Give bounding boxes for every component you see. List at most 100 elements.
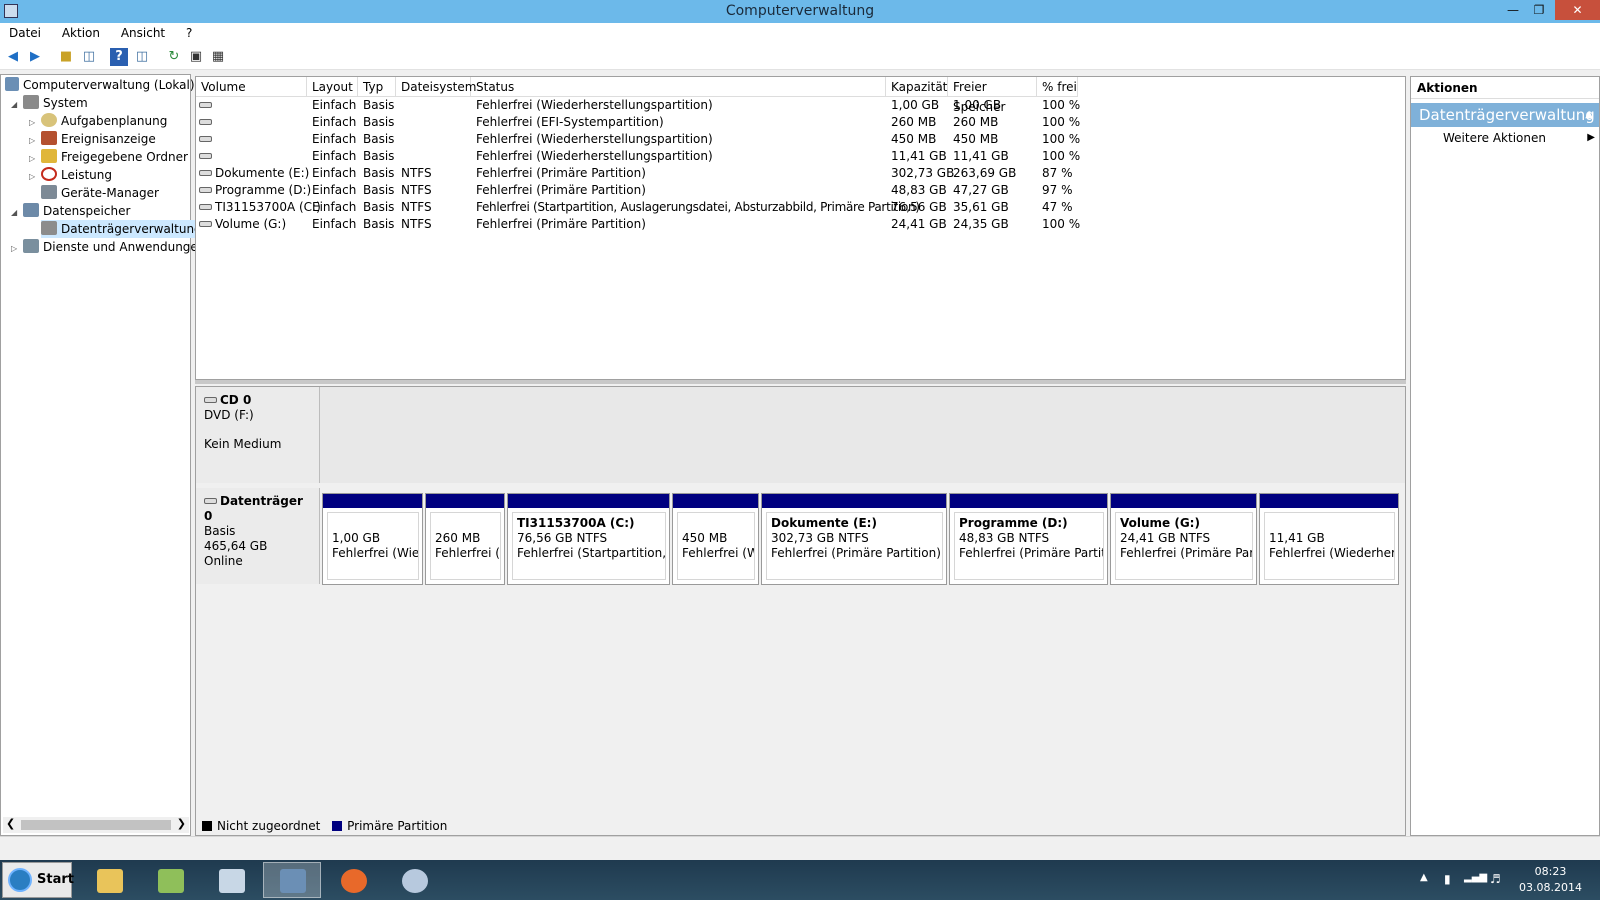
volume-typ: Basis	[363, 183, 395, 197]
collapse-arrow-icon[interactable]: ◢	[11, 204, 23, 222]
drive-icon	[199, 136, 212, 142]
partition-block[interactable]: Dokumente (E:) 302,73 GB NTFS Fehlerfrei (…	[761, 493, 947, 585]
more-actions-item[interactable]: Weitere Aktionen ▶	[1411, 127, 1599, 149]
partition-bar	[426, 494, 504, 508]
disk-label[interactable]: Datenträger 0 Basis 465,64 GB Online	[196, 488, 320, 584]
collapse-arrow-icon[interactable]: ◢	[11, 96, 23, 114]
column-header-kapazitaet[interactable]: Kapazität	[886, 77, 948, 97]
cd-label[interactable]: CD 0 DVD (F:) Kein Medium	[196, 387, 320, 483]
drive-icon	[199, 153, 212, 159]
taskbar-computer-management[interactable]	[263, 862, 321, 898]
tree-item-dienste[interactable]: ▷ Dienste und Anwendungen	[11, 238, 205, 256]
battery-icon[interactable]: ▮	[1444, 872, 1451, 886]
volume-capacity: 76,56 GB	[891, 200, 947, 214]
volume-row[interactable]: TI31153700A (C:) Einfach Basis NTFS Fehl…	[196, 199, 1296, 216]
refresh-icon[interactable]: ↻	[165, 48, 183, 66]
back-arrow-icon[interactable]: ◀	[4, 48, 22, 66]
menu-aktion[interactable]: Aktion	[53, 23, 108, 40]
volume-icon[interactable]: ♬	[1490, 872, 1501, 886]
minimize-button[interactable]: —	[1500, 0, 1526, 20]
taskbar-paint[interactable]	[385, 862, 443, 898]
tree-root[interactable]: Computerverwaltung (Lokal)	[5, 76, 195, 94]
tree-item-freigegebene-ordner[interactable]: ▷ Freigegebene Ordner	[29, 148, 188, 166]
volume-status: Fehlerfrei (Primäre Partition)	[476, 183, 646, 197]
partition-block[interactable]: Volume (G:) 24,41 GB NTFS Fehlerfrei (Prim…	[1110, 493, 1257, 585]
column-header-freier-speicher[interactable]: Freier Speicher	[948, 77, 1037, 114]
taskbar-explorer[interactable]	[80, 862, 138, 898]
tree-item-geraete-manager[interactable]: Geräte-Manager	[41, 184, 159, 202]
partition-size: 1,00 GB	[332, 531, 381, 545]
volume-row[interactable]: Einfach Basis Fehlerfrei (Wiederherstell…	[196, 148, 1296, 165]
volume-layout: Einfach	[312, 166, 357, 180]
tray-overflow-icon[interactable]: ▲	[1420, 872, 1428, 883]
taskbar-firefox[interactable]	[324, 862, 382, 898]
column-header-status[interactable]: Status	[471, 77, 886, 97]
tree-horizontal-scrollbar[interactable]: ❮ ❯	[3, 817, 189, 833]
volume-row[interactable]: Volume (G:) Einfach Basis NTFS Fehlerfre…	[196, 216, 1296, 233]
tree-item-leistung[interactable]: ▷ Leistung	[29, 166, 112, 184]
actions-section-datentraegerverwaltung[interactable]: Datenträgerverwaltung ▲	[1411, 103, 1599, 127]
tree-item-ereignisanzeige[interactable]: ▷ Ereignisanzeige	[29, 130, 156, 148]
volume-row[interactable]: Einfach Basis Fehlerfrei (EFI-Systempart…	[196, 114, 1296, 131]
partition-block[interactable]: 260 MBFehlerfrei (EFI-Systempartition)	[425, 493, 505, 585]
scroll-left-icon[interactable]: ❮	[6, 817, 15, 830]
start-button[interactable]: Start	[2, 862, 74, 898]
partition-block[interactable]: 11,41 GBFehlerfrei (Wiederherstellungspa…	[1259, 493, 1399, 585]
partition-block[interactable]: 1,00 GBFehlerfrei (Wiederherstellungspar…	[322, 493, 423, 585]
partition-title	[435, 516, 496, 531]
partition-bar	[1111, 494, 1256, 508]
action-pane-icon[interactable]: ◫	[133, 48, 151, 66]
column-header-dateisystem[interactable]: Dateisystem	[396, 77, 476, 97]
expand-arrow-icon[interactable]: ▷	[11, 240, 23, 258]
close-button[interactable]: ✕	[1555, 0, 1600, 20]
partition-title: Dokumente (E:)	[771, 516, 877, 530]
volume-row[interactable]: Programme (D:) Einfach Basis NTFS Fehler…	[196, 182, 1296, 199]
computer-management-icon	[280, 869, 306, 893]
clock[interactable]: 08:23 03.08.2014	[1519, 864, 1582, 896]
legend-swatch-primary	[332, 821, 343, 831]
partition-block[interactable]: 450 MBFehlerfrei (Wiederherstellungspart…	[672, 493, 759, 585]
collapse-triangle-icon[interactable]: ▲	[1585, 103, 1593, 127]
tree-item-aufgabenplanung[interactable]: ▷ Aufgabenplanung	[29, 112, 167, 130]
column-header-pct-frei[interactable]: % frei	[1037, 77, 1078, 97]
title-bar: Computerverwaltung — ❐ ✕	[0, 0, 1600, 23]
volume-name: Programme (D:)	[199, 182, 311, 199]
menu-ansicht[interactable]: Ansicht	[112, 23, 173, 40]
volume-layout: Einfach	[312, 115, 357, 129]
properties-icon[interactable]: ▣	[187, 48, 205, 66]
tree-item-datenspeicher[interactable]: ◢ Datenspeicher	[11, 202, 130, 220]
tree-item-datentraegerverwaltung[interactable]: Datenträgerverwaltung	[41, 220, 206, 238]
network-signal-icon[interactable]: ▂▄▆	[1464, 872, 1487, 883]
menu-help[interactable]: ?	[177, 23, 200, 40]
volume-row[interactable]: Einfach Basis Fehlerfrei (Wiederherstell…	[196, 131, 1296, 148]
forward-arrow-icon[interactable]: ▶	[26, 48, 44, 66]
volume-row[interactable]: Einfach Basis Fehlerfrei (Wiederherstell…	[196, 97, 1296, 114]
partition-block[interactable]: Programme (D:) 48,83 GB NTFS Fehlerfrei (P…	[949, 493, 1108, 585]
maximize-button[interactable]: ❐	[1526, 0, 1552, 20]
shared-folders-icon	[41, 149, 57, 163]
column-header-volume[interactable]: Volume	[196, 77, 307, 97]
scroll-right-icon[interactable]: ❯	[177, 817, 186, 830]
column-header-typ[interactable]: Typ	[358, 77, 396, 97]
partition-block[interactable]: TI31153700A (C:) 76,56 GB NTFS Fehlerfrei …	[507, 493, 670, 585]
performance-icon	[41, 167, 57, 181]
column-header-layout[interactable]: Layout	[307, 77, 358, 97]
taskbar-folder[interactable]	[141, 862, 199, 898]
taskbar-calculator[interactable]	[202, 862, 260, 898]
export-list-icon[interactable]: ▦	[209, 48, 227, 66]
cd-area[interactable]	[320, 387, 1405, 483]
tree-item-system[interactable]: ◢ System	[11, 94, 88, 112]
menu-datei[interactable]: Datei	[0, 23, 49, 40]
show-hide-tree-icon[interactable]: ◫	[80, 48, 98, 66]
partition-title: TI31153700A (C:)	[517, 516, 635, 530]
cd-drive-icon	[204, 397, 217, 403]
expand-arrow-icon[interactable]: ▷	[29, 168, 41, 186]
up-folder-icon[interactable]: ■	[57, 48, 75, 66]
volume-typ: Basis	[363, 166, 395, 180]
volume-pct-free: 47 %	[1042, 200, 1073, 214]
scrollbar-thumb[interactable]	[21, 820, 171, 830]
pane-splitter[interactable]	[195, 380, 1406, 384]
volume-row[interactable]: Dokumente (E:) Einfach Basis NTFS Fehler…	[196, 165, 1296, 182]
help-icon[interactable]: ?	[110, 48, 128, 66]
partition-bar	[762, 494, 946, 508]
